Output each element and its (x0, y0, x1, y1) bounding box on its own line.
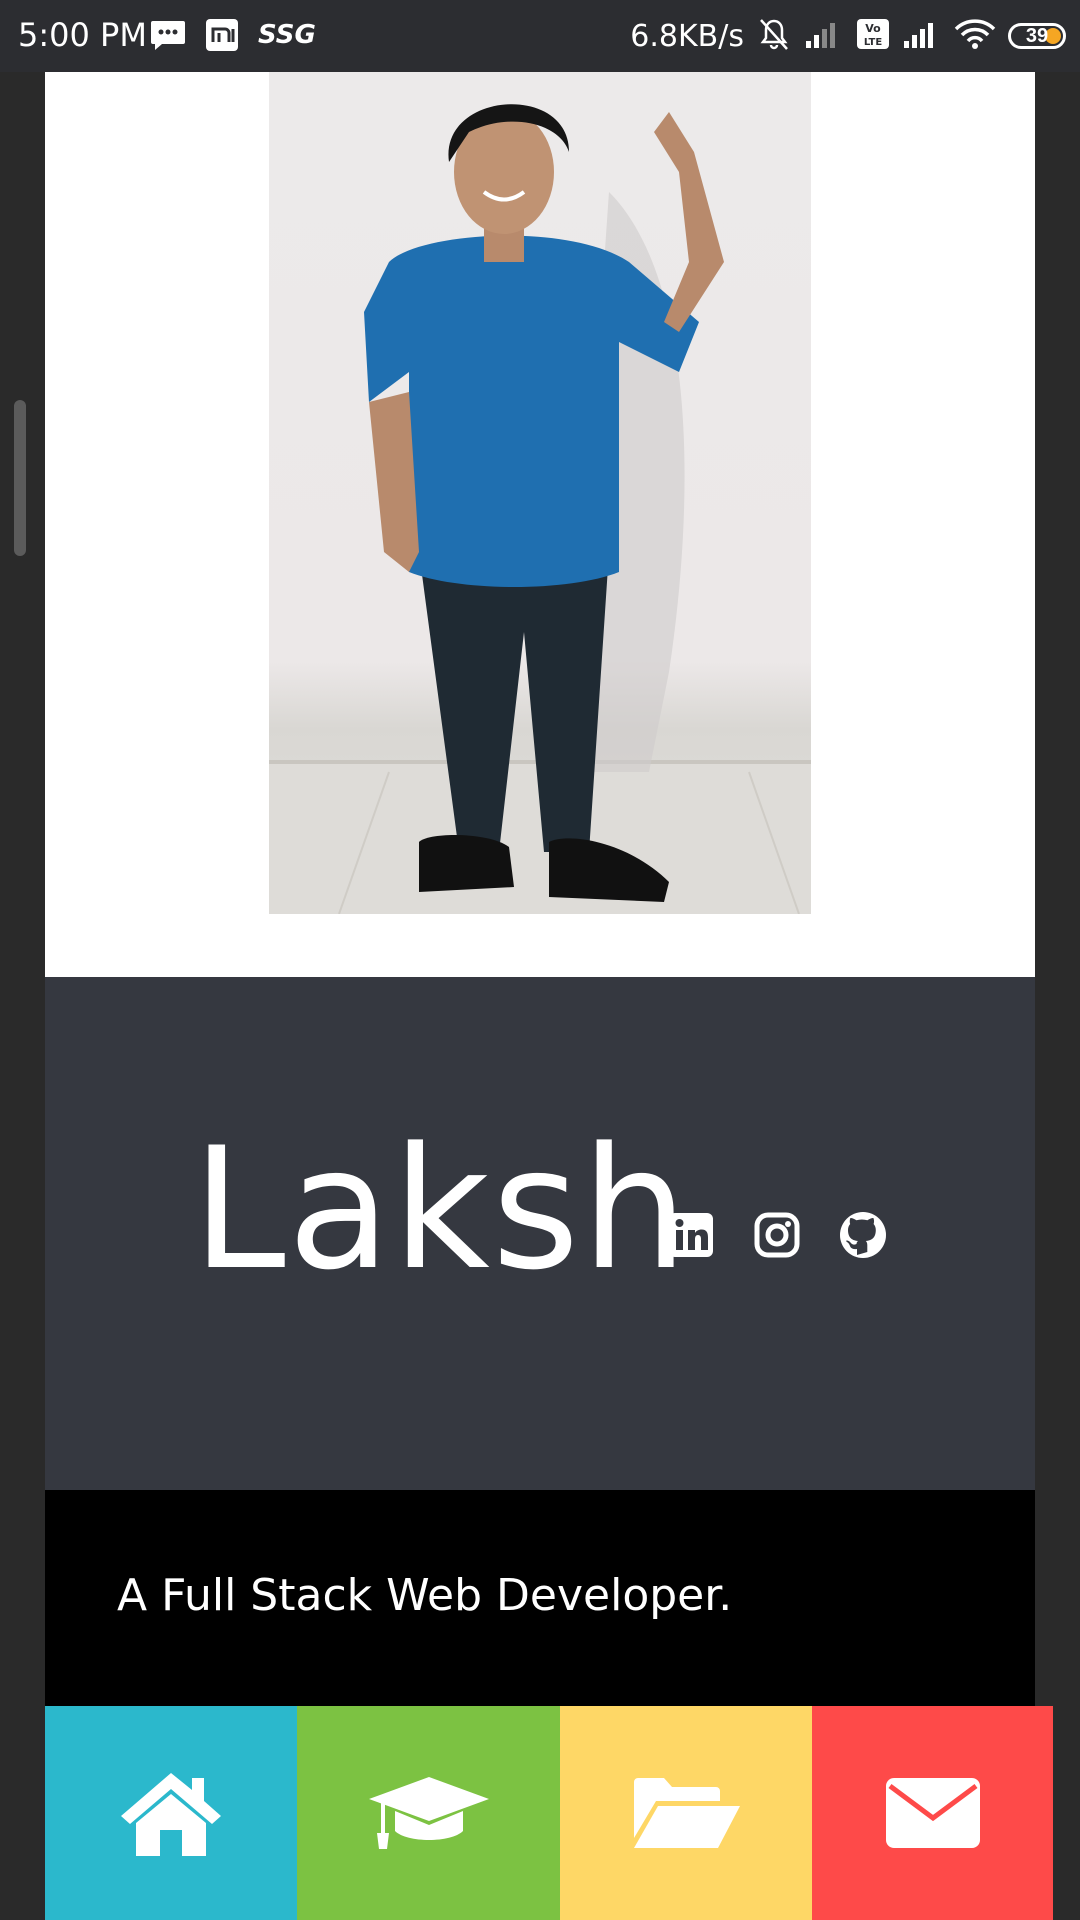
mi-icon (204, 18, 240, 52)
status-time: 5:00 PM (18, 16, 147, 54)
muted-bell-icon (756, 16, 792, 57)
folder-open-icon (634, 1778, 740, 1848)
signal-icon (804, 19, 844, 54)
envelope-icon (885, 1778, 980, 1848)
system-indicators: 6.8KB/s Vo LTE 39 (630, 14, 1066, 58)
instagram-icon[interactable] (753, 1211, 801, 1259)
tagline-section: A Full Stack Web Developer. (45, 1490, 1035, 1706)
volte-icon: Vo LTE (856, 18, 890, 55)
home-icon (121, 1773, 221, 1856)
notification-icons: SSG (150, 18, 316, 52)
message-icon (150, 18, 186, 52)
network-speed: 6.8KB/s (630, 18, 744, 54)
page-gutter (0, 72, 45, 1920)
ssg-label: SSG (258, 20, 316, 50)
svg-text:LTE: LTE (864, 37, 883, 48)
nav-home-button[interactable] (45, 1706, 297, 1920)
svg-text:Vo: Vo (865, 22, 881, 35)
tagline-text: A Full Stack Web Developer. (117, 1570, 733, 1621)
nav-contact-button[interactable] (812, 1706, 1053, 1920)
wifi-icon (954, 18, 996, 55)
hero-section: Laksh (45, 977, 1035, 1490)
linkedin-icon[interactable] (667, 1211, 715, 1259)
scrollbar-thumb[interactable] (14, 400, 26, 556)
signal-full-icon (902, 19, 942, 54)
battery-level: 39 (1025, 24, 1049, 47)
github-icon[interactable] (839, 1211, 887, 1259)
profile-photo-section (45, 72, 1035, 977)
profile-photo (269, 72, 811, 914)
graduation-cap-icon (368, 1777, 489, 1849)
social-links (667, 1211, 887, 1259)
battery-icon: 39 (1008, 23, 1066, 49)
nav-education-button[interactable] (297, 1706, 560, 1920)
status-bar: 5:00 PM SSG 6.8KB/s Vo LTE 39 (0, 0, 1080, 72)
nav-projects-button[interactable] (560, 1706, 812, 1920)
bottom-navigation (45, 1706, 1053, 1920)
profile-name: Laksh (192, 1111, 690, 1307)
